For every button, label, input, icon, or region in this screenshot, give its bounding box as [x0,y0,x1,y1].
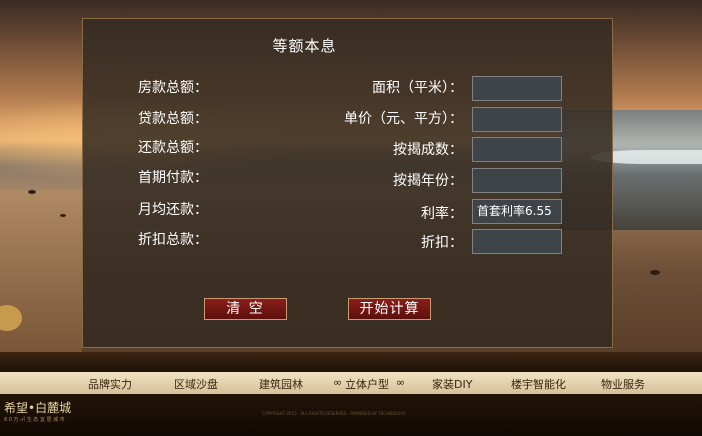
rock-decoration [28,190,36,194]
nav-item-smart-building[interactable]: 楼宇智能化 [511,376,566,392]
footer: 希望•白麓城 8 0 万 ㎡ 生 态 宜 居 城 市 COPYRIGHT 201… [0,394,702,436]
rate-label: 利率： [421,206,463,222]
main-nav: 品牌实力 区域沙盘 建筑园林 ∞ 立体户型 ∞ 家装DIY 楼宇智能化 物业服务 [0,372,702,394]
calculate-button[interactable]: 开始计算 [348,298,431,320]
ornament-icon: ∞ [396,376,406,389]
loan-total-label: 贷款总额： [138,111,208,127]
monthly-payment-label: 月均还款： [138,202,208,218]
nav-item-brand[interactable]: 品牌实力 [88,376,132,392]
mortgage-ratio-label: 按揭成数： [393,142,463,158]
discount-total-label: 折扣总款： [138,232,208,248]
rock-decoration [60,214,66,217]
unit-price-label: 单价（元、平方）： [344,111,463,127]
rate-select[interactable]: 首套利率6.55 [472,199,562,224]
ornament-icon: ∞ [333,376,343,389]
mortgage-years-label: 按揭年份： [393,173,463,189]
down-payment-label: 首期付款： [138,170,208,186]
area-input[interactable] [472,76,562,101]
mortgage-ratio-input[interactable] [472,137,562,162]
discount-label: 折扣： [421,235,463,251]
total-price-label: 房款总额： [138,80,208,96]
divider-band [0,352,702,372]
unit-price-input[interactable] [472,107,562,132]
rock-decoration [650,270,660,275]
calculator-title: 等额本息 [272,37,337,55]
brand-logo[interactable]: 希望•白麓城 [4,399,71,416]
mortgage-years-input[interactable] [472,168,562,193]
clear-button[interactable]: 清 空 [204,298,287,320]
area-label: 面积（平米）： [372,80,463,96]
nav-item-floorplan[interactable]: 立体户型 [345,376,389,392]
discount-input[interactable] [472,229,562,254]
repay-total-label: 还款总额： [138,140,208,156]
brand-tagline: 8 0 万 ㎡ 生 态 宜 居 城 市 [4,417,65,423]
nav-item-architecture[interactable]: 建筑园林 [259,376,303,392]
nav-item-sandbox[interactable]: 区域沙盘 [174,376,218,392]
nav-item-decoration[interactable]: 家装DIY [432,376,472,392]
copyright-text: COPYRIGHT 2013 · ALL RIGHTS RESERVED · P… [262,411,406,416]
nav-item-property-service[interactable]: 物业服务 [601,376,645,392]
calculator-panel: 等额本息 房款总额： 贷款总额： 还款总额： 首期付款： 月均还款： 折扣总款：… [82,18,613,348]
